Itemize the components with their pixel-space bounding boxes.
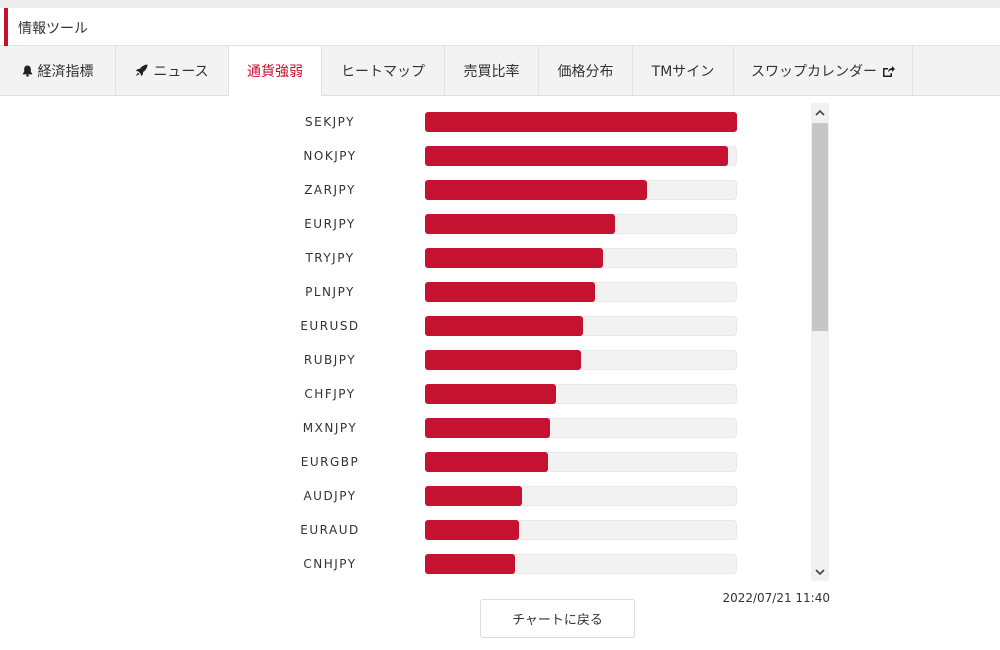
rocket-icon (135, 64, 148, 77)
strength-bar (425, 146, 728, 166)
strength-bar (425, 384, 556, 404)
tab-label: 価格分布 (557, 63, 614, 80)
scroll-down-button[interactable] (811, 563, 829, 581)
back-to-chart-button[interactable]: チャートに戻る (480, 599, 635, 638)
strength-bar (425, 452, 548, 472)
tab-label: スワップカレンダー (751, 63, 877, 80)
chart-row: SEKJPY (0, 112, 810, 146)
currency-pair-label: MXNJPY (302, 421, 358, 435)
tab-price-distribution[interactable]: 価格分布 (539, 46, 633, 95)
tab-news[interactable]: ニュース (116, 46, 229, 95)
strength-bar (425, 486, 522, 506)
tab-bar: 経済指標 ニュース 通貨強弱 ヒートマップ 売買比率 価格分布 TMサイン スワ… (0, 46, 1000, 97)
scrollbar-thumb[interactable] (812, 123, 828, 331)
tab-heatmap[interactable]: ヒートマップ (322, 46, 445, 95)
strength-bar (425, 248, 603, 268)
strength-bar (425, 282, 595, 302)
chart-row: EURAUD (0, 520, 810, 554)
currency-pair-label: TRYJPY (305, 251, 355, 265)
page-title: 情報ツール (18, 21, 88, 37)
tab-label: 売買比率 (463, 63, 520, 80)
tab-swap-calendar[interactable]: スワップカレンダー (734, 46, 913, 95)
chart-row: MXNJPY (0, 418, 810, 452)
chart-row: CHFJPY (0, 384, 810, 418)
currency-strength-chart: SEKJPY NOKJPY ZARJPY EURJPY TRYJPY PLNJPY EURU… (0, 96, 810, 581)
currency-pair-label: CNHJPY (303, 557, 357, 571)
strength-bar (425, 554, 515, 574)
page-header: 情報ツール (0, 8, 1000, 46)
strength-bar (425, 316, 583, 336)
tab-label: TMサイン (651, 63, 715, 80)
currency-pair-label: EURGBP (300, 455, 360, 469)
strength-bar (425, 520, 519, 540)
currency-pair-label: SEKJPY (305, 115, 355, 129)
currency-pair-label: ZARJPY (304, 183, 356, 197)
scroll-up-button[interactable] (811, 103, 829, 121)
currency-pair-label: EURAUD (300, 523, 360, 537)
chart-row: EURJPY (0, 214, 810, 248)
currency-pair-label: NOKJPY (303, 149, 357, 163)
chevron-down-icon (815, 568, 825, 575)
chart-row: ZARJPY (0, 180, 810, 214)
chart-row: RUBJPY (0, 350, 810, 384)
tab-trade-ratio[interactable]: 売買比率 (445, 46, 539, 95)
tab-economic-indicators[interactable]: 経済指標 (0, 46, 116, 95)
bell-icon (22, 65, 33, 77)
chart-row: CNHJPY (0, 554, 810, 581)
tab-label: 通貨強弱 (247, 64, 303, 80)
currency-pair-label: PLNJPY (305, 285, 355, 299)
tab-label: 経済指標 (37, 63, 94, 80)
chart-row: PLNJPY (0, 282, 810, 316)
currency-pair-label: CHFJPY (304, 387, 356, 401)
external-link-icon (882, 65, 895, 77)
scrollbar[interactable] (811, 103, 829, 581)
tab-tm-sign[interactable]: TMサイン (633, 46, 734, 95)
top-strip (0, 0, 1000, 8)
strength-bar (425, 112, 737, 132)
strength-bar (425, 350, 581, 370)
tab-label: ヒートマップ (341, 63, 425, 80)
tab-currency-strength[interactable]: 通貨強弱 (229, 46, 322, 97)
currency-pair-label: AUDJPY (303, 489, 357, 503)
chart-row: EURGBP (0, 452, 810, 486)
chart-row: AUDJPY (0, 486, 810, 520)
strength-bar (425, 180, 647, 200)
strength-bar (425, 418, 550, 438)
strength-bar (425, 214, 615, 234)
currency-pair-label: EURUSD (300, 319, 360, 333)
currency-pair-label: RUBJPY (303, 353, 357, 367)
currency-pair-label: EURJPY (304, 217, 356, 231)
chart-row: TRYJPY (0, 248, 810, 282)
header-accent-bar (4, 8, 8, 46)
chevron-up-icon (815, 109, 825, 116)
tab-label: ニュース (153, 63, 209, 80)
chart-row: EURUSD (0, 316, 810, 350)
update-timestamp: 2022/07/21 11:40 (722, 591, 830, 605)
chart-row: NOKJPY (0, 146, 810, 180)
